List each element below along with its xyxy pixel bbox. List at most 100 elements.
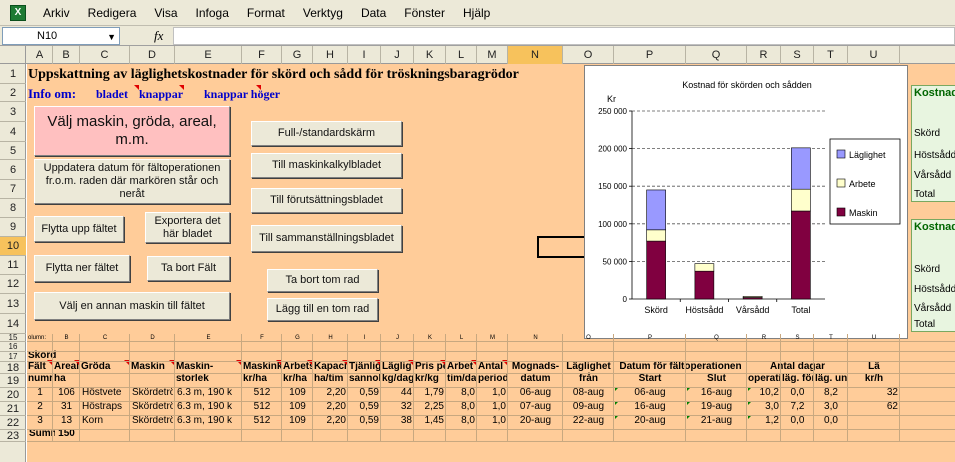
table-cell[interactable]: 16-aug — [616, 400, 684, 414]
table-cell[interactable]: 1,45 — [416, 414, 444, 428]
table-cell[interactable]: 44 — [383, 386, 412, 400]
table-cell[interactable]: 2,25 — [416, 400, 444, 414]
table-cell[interactable]: 3,0 — [816, 400, 846, 414]
column-header[interactable]: K — [414, 46, 446, 64]
table-cell[interactable]: 1,0 — [479, 400, 506, 414]
menu-item[interactable]: Data — [352, 0, 395, 26]
table-cell[interactable]: 8,0 — [448, 386, 475, 400]
table-cell[interactable]: 16-aug — [688, 386, 745, 400]
row-header[interactable]: 10 — [0, 237, 26, 256]
forutsattning-button[interactable]: Till förutsättningsbladet — [251, 188, 402, 213]
table-cell[interactable]: 32 — [383, 400, 412, 414]
table-cell[interactable]: 2,20 — [315, 400, 346, 414]
menu-item[interactable]: Verktyg — [294, 0, 352, 26]
flytta-upp-button[interactable]: Flytta upp fältet — [34, 216, 124, 242]
column-header[interactable]: E — [175, 46, 242, 64]
select-all-corner[interactable] — [0, 46, 26, 64]
chevron-down-icon[interactable]: ▼ — [107, 29, 116, 45]
table-cell[interactable]: 3,0 — [749, 400, 779, 414]
table-cell[interactable]: 8,0 — [448, 414, 475, 428]
table-cell[interactable]: 0,59 — [350, 400, 379, 414]
row-header[interactable]: 16 — [0, 342, 26, 352]
fullskarm-button[interactable]: Full-/standardskärm — [251, 121, 402, 146]
info-link-bladet[interactable]: bladet — [96, 87, 128, 102]
row-header[interactable]: 1 — [0, 64, 26, 84]
table-cell[interactable]: 21-aug — [688, 414, 745, 428]
row-header[interactable]: 23 — [0, 430, 26, 442]
table-cell[interactable]: 7,2 — [783, 400, 812, 414]
menu-item[interactable]: Infoga — [187, 0, 238, 26]
row-header[interactable]: 22 — [0, 416, 26, 430]
column-header[interactable]: Q — [686, 46, 747, 64]
column-header[interactable]: H — [313, 46, 348, 64]
row-header[interactable]: 19 — [0, 374, 26, 388]
table-cell[interactable]: 10,2 — [749, 386, 779, 400]
exportera-button[interactable]: Exportera det här bladet — [145, 212, 230, 243]
table-cell[interactable]: Höstraps — [82, 400, 128, 414]
function-icon[interactable]: fx — [154, 28, 163, 44]
table-cell[interactable]: 0,0 — [783, 386, 812, 400]
column-header[interactable]: R — [747, 46, 781, 64]
row-header[interactable]: 15 — [0, 334, 26, 342]
column-header[interactable]: G — [282, 46, 313, 64]
column-header[interactable]: D — [130, 46, 175, 64]
column-header[interactable]: J — [381, 46, 414, 64]
row-header[interactable]: 2 — [0, 84, 26, 102]
table-cell[interactable]: 08-aug — [565, 386, 612, 400]
info-link-knappar[interactable]: knappar — [139, 87, 183, 102]
row-header[interactable]: 12 — [0, 275, 26, 294]
menu-item[interactable]: Hjälp — [454, 0, 499, 26]
table-cell[interactable]: 22-aug — [565, 414, 612, 428]
lagg-till-rad-button[interactable]: Lägg till en tom rad — [267, 298, 378, 321]
table-cell[interactable]: 06-aug — [510, 386, 561, 400]
row-header[interactable]: 18 — [0, 362, 26, 374]
table-cell[interactable]: 109 — [284, 414, 311, 428]
table-cell[interactable]: 20-aug — [510, 414, 561, 428]
row-header[interactable]: 3 — [0, 102, 26, 122]
table-cell[interactable]: Skördetrö — [132, 414, 173, 428]
table-cell[interactable]: 512 — [244, 400, 280, 414]
table-cell[interactable]: 62 — [850, 400, 898, 414]
table-cell[interactable]: Korn — [82, 414, 128, 428]
excel-app-icon[interactable]: X — [10, 4, 26, 21]
table-cell[interactable]: 1 — [29, 386, 51, 400]
table-cell[interactable]: 32 — [850, 386, 898, 400]
menu-item[interactable]: Redigera — [79, 0, 146, 26]
table-cell[interactable]: 109 — [284, 400, 311, 414]
column-header[interactable]: M — [477, 46, 508, 64]
table-cell[interactable]: 0,59 — [350, 386, 379, 400]
table-cell[interactable]: 3 — [29, 414, 51, 428]
table-cell[interactable]: 512 — [244, 386, 280, 400]
cost-chart[interactable]: Kostnad för skörden och sådden Kr 0 50 000 1… — [584, 65, 908, 339]
table-cell[interactable]: 2 — [29, 400, 51, 414]
table-cell[interactable]: Skördetrö — [132, 400, 173, 414]
column-header[interactable]: C — [80, 46, 130, 64]
column-header[interactable]: F — [242, 46, 282, 64]
table-cell[interactable]: 1,2 — [749, 414, 779, 428]
table-cell[interactable]: 6.3 m, 190 k — [177, 400, 240, 414]
table-cell[interactable]: 38 — [383, 414, 412, 428]
row-header[interactable]: 11 — [0, 256, 26, 275]
menu-item[interactable]: Arkiv — [34, 0, 79, 26]
table-cell[interactable]: 0,0 — [816, 414, 846, 428]
table-cell[interactable]: 8,2 — [816, 386, 846, 400]
row-header[interactable]: 21 — [0, 402, 26, 416]
table-cell[interactable]: 512 — [244, 414, 280, 428]
column-header[interactable]: I — [348, 46, 381, 64]
table-cell[interactable]: 109 — [284, 386, 311, 400]
column-header[interactable]: L — [446, 46, 477, 64]
table-cell[interactable]: 106 — [55, 386, 78, 400]
table-cell[interactable]: 1,0 — [479, 414, 506, 428]
worksheet[interactable]: Uppskattning av läglighetskostnader för … — [27, 64, 955, 462]
flytta-ner-button[interactable]: Flytta ner fältet — [34, 255, 130, 282]
table-cell[interactable]: 31 — [55, 400, 78, 414]
row-header[interactable]: 13 — [0, 294, 26, 314]
sammanstallning-button[interactable]: Till sammanställningsbladet — [251, 225, 402, 252]
table-cell[interactable]: 6.3 m, 190 k — [177, 386, 240, 400]
valj-annan-maskin-button[interactable]: Välj en annan maskin till fältet — [34, 292, 230, 320]
column-header[interactable]: A — [27, 46, 53, 64]
table-cell[interactable]: 8,0 — [448, 400, 475, 414]
ta-bort-rad-button[interactable]: Ta bort tom rad — [267, 269, 378, 292]
row-header[interactable]: 8 — [0, 199, 26, 218]
menu-item[interactable]: Visa — [145, 0, 186, 26]
